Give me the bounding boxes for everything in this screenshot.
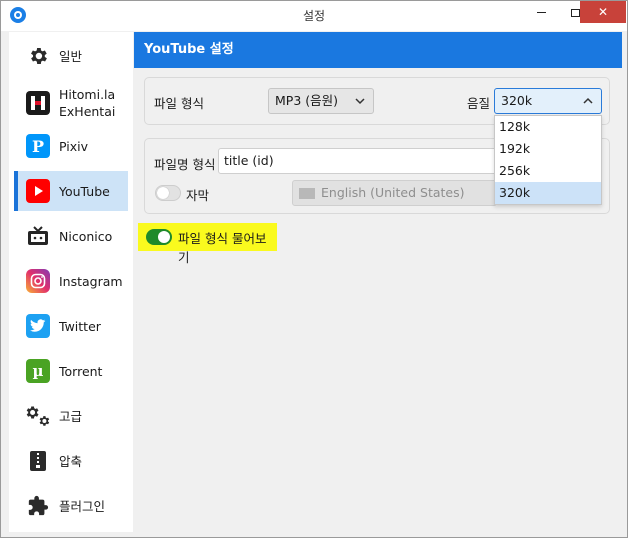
- sidebar-item-instagram[interactable]: Instagram: [14, 261, 128, 301]
- sidebar-item-label: Instagram: [59, 273, 123, 289]
- title-bar: 설정 ✕: [1, 1, 627, 31]
- quality-label: 음질: [467, 96, 491, 111]
- sidebar-item-label: Twitter: [59, 318, 101, 334]
- filename-label: 파일명 형식: [154, 157, 216, 172]
- format-value: MP3 (음원): [275, 93, 339, 108]
- sidebar-item-pixiv[interactable]: P Pixiv: [14, 126, 128, 166]
- minimize-icon: [536, 12, 546, 13]
- ask-format-row: 파일 형식 물어보기: [138, 223, 277, 265]
- twitter-icon: [26, 314, 50, 338]
- sidebar-item-hitomi[interactable]: Hitomi.la ExHentai: [14, 81, 128, 125]
- sidebar-item-torrent[interactable]: µ Torrent: [14, 351, 128, 391]
- format-select[interactable]: MP3 (음원): [268, 88, 374, 114]
- quality-value: 320k: [501, 93, 533, 108]
- quality-option-128k[interactable]: 128k: [495, 116, 601, 138]
- sidebar-item-label: Pixiv: [59, 138, 89, 154]
- subtitle-language-select[interactable]: English (United States): [292, 180, 497, 206]
- gear-icon: [26, 44, 50, 68]
- sidebar-item-label: YouTube: [59, 183, 110, 199]
- sidebar-item-label: Hitomi.la ExHentai: [59, 87, 116, 119]
- settings-window: 설정 ✕ 일반 Hitomi.la ExHentai P Pixiv YouTu…: [0, 0, 628, 538]
- sidebar-item-twitter[interactable]: Twitter: [14, 306, 128, 346]
- sidebar-item-label: 일반: [59, 48, 83, 64]
- sidebar-item-label: Niconico: [59, 228, 113, 244]
- quality-select[interactable]: 320k: [494, 88, 602, 114]
- sidebar-item-label: 압축: [59, 453, 83, 469]
- youtube-icon: [26, 179, 50, 203]
- sidebar-item-niconico[interactable]: Niconico: [14, 216, 128, 256]
- quality-dropdown-list: 128k 192k 256k 320k: [494, 115, 602, 205]
- filename-input[interactable]: title (id): [218, 148, 503, 174]
- sidebar: 일반 Hitomi.la ExHentai P Pixiv YouTube Ni…: [9, 32, 133, 532]
- toggle-knob: [158, 231, 170, 243]
- niconico-icon: [26, 224, 50, 248]
- sidebar-item-youtube[interactable]: YouTube: [14, 171, 128, 211]
- sidebar-item-plugins[interactable]: 플러그인: [14, 486, 128, 526]
- puzzle-icon: [26, 494, 50, 518]
- sidebar-item-compress[interactable]: 압축: [14, 441, 128, 481]
- instagram-icon: [26, 269, 50, 293]
- format-label: 파일 형식: [154, 96, 204, 111]
- subtitle-language-value: English (United States): [321, 185, 465, 200]
- quality-option-192k[interactable]: 192k: [495, 138, 601, 160]
- page-title: YouTube 설정: [134, 32, 622, 68]
- hitomi-icon: [26, 91, 50, 115]
- subtitle-toggle[interactable]: [155, 185, 181, 201]
- sidebar-item-general[interactable]: 일반: [14, 36, 128, 76]
- utorrent-icon: µ: [26, 359, 50, 383]
- gears-icon: [26, 404, 50, 428]
- sidebar-item-advanced[interactable]: 고급: [14, 396, 128, 436]
- subtitle-label: 자막: [186, 188, 210, 203]
- pixiv-icon: P: [26, 134, 50, 158]
- minimize-button[interactable]: [524, 1, 558, 23]
- flag-icon: [299, 188, 315, 199]
- toggle-knob: [157, 187, 169, 199]
- maximize-icon: [570, 8, 580, 17]
- ask-format-label: 파일 형식 물어보기: [178, 231, 267, 265]
- chevron-down-icon: [355, 89, 365, 123]
- quality-option-320k[interactable]: 320k: [495, 182, 601, 204]
- sidebar-item-label: 플러그인: [59, 498, 106, 514]
- ask-format-toggle[interactable]: [146, 229, 172, 245]
- settings-content: YouTube 설정 파일 형식 MP3 (음원) 음질 320k 파일명 형식…: [134, 32, 622, 532]
- close-button[interactable]: ✕: [580, 1, 626, 23]
- zip-icon: [26, 449, 50, 473]
- sidebar-item-label: Torrent: [59, 363, 103, 379]
- quality-option-256k[interactable]: 256k: [495, 160, 601, 182]
- sidebar-item-label: 고급: [59, 408, 83, 424]
